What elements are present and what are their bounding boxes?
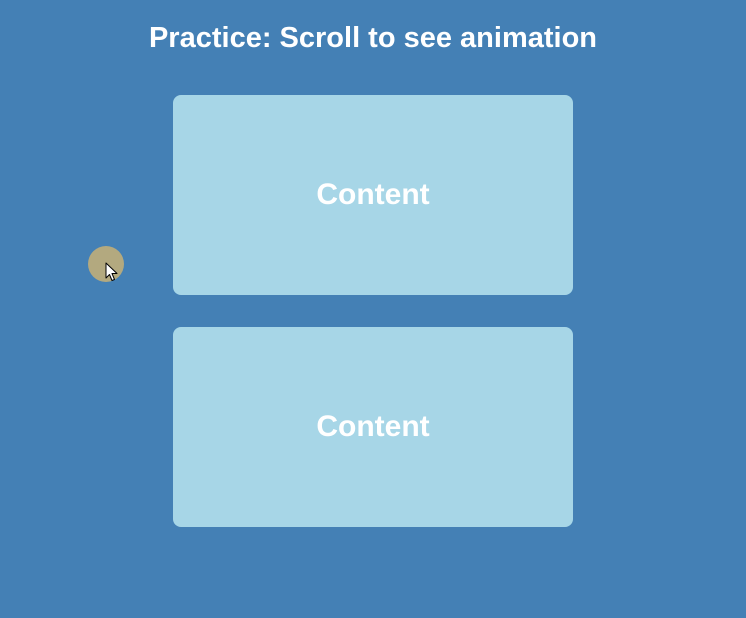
- content-card-label: Content: [316, 410, 430, 443]
- content-card: Content: [173, 95, 573, 295]
- page-title: Practice: Scroll to see animation: [148, 22, 598, 54]
- content-card-label: Content: [316, 178, 430, 211]
- content-card: Content: [173, 327, 573, 527]
- cursor-arrow-icon: [105, 262, 118, 281]
